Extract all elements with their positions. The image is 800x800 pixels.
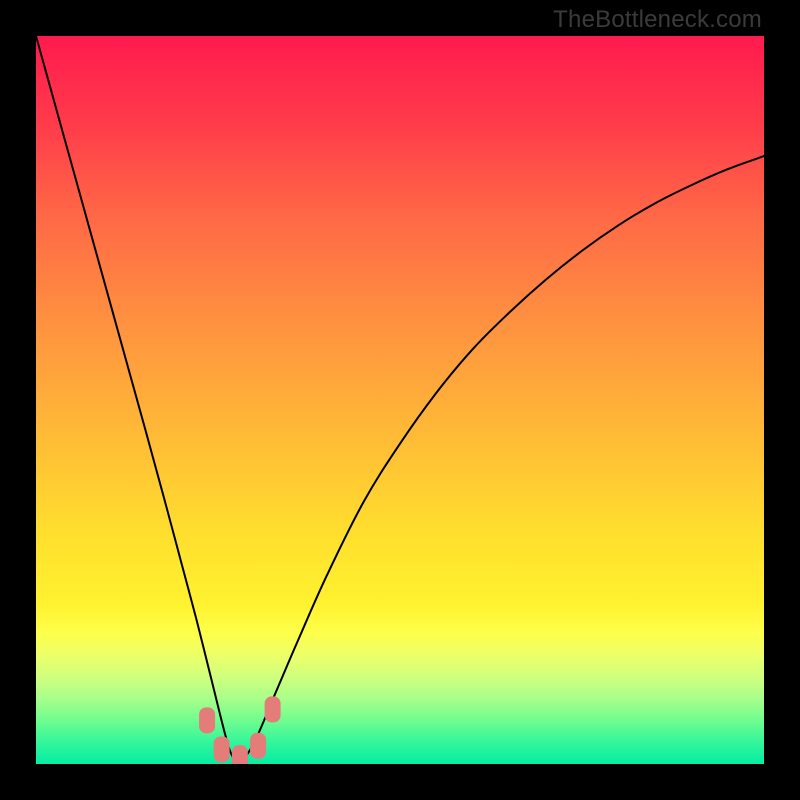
marker-point (199, 707, 215, 733)
marker-point (250, 733, 266, 759)
marker-point (232, 745, 248, 764)
marker-point (265, 696, 281, 722)
chart-frame: TheBottleneck.com (0, 0, 800, 800)
series-right-branch (240, 156, 764, 764)
series-left-branch (36, 36, 240, 764)
watermark-label: TheBottleneck.com (553, 6, 762, 34)
plot-area (36, 36, 764, 764)
marker-point (214, 736, 230, 762)
plot-curve-layer (36, 36, 764, 764)
